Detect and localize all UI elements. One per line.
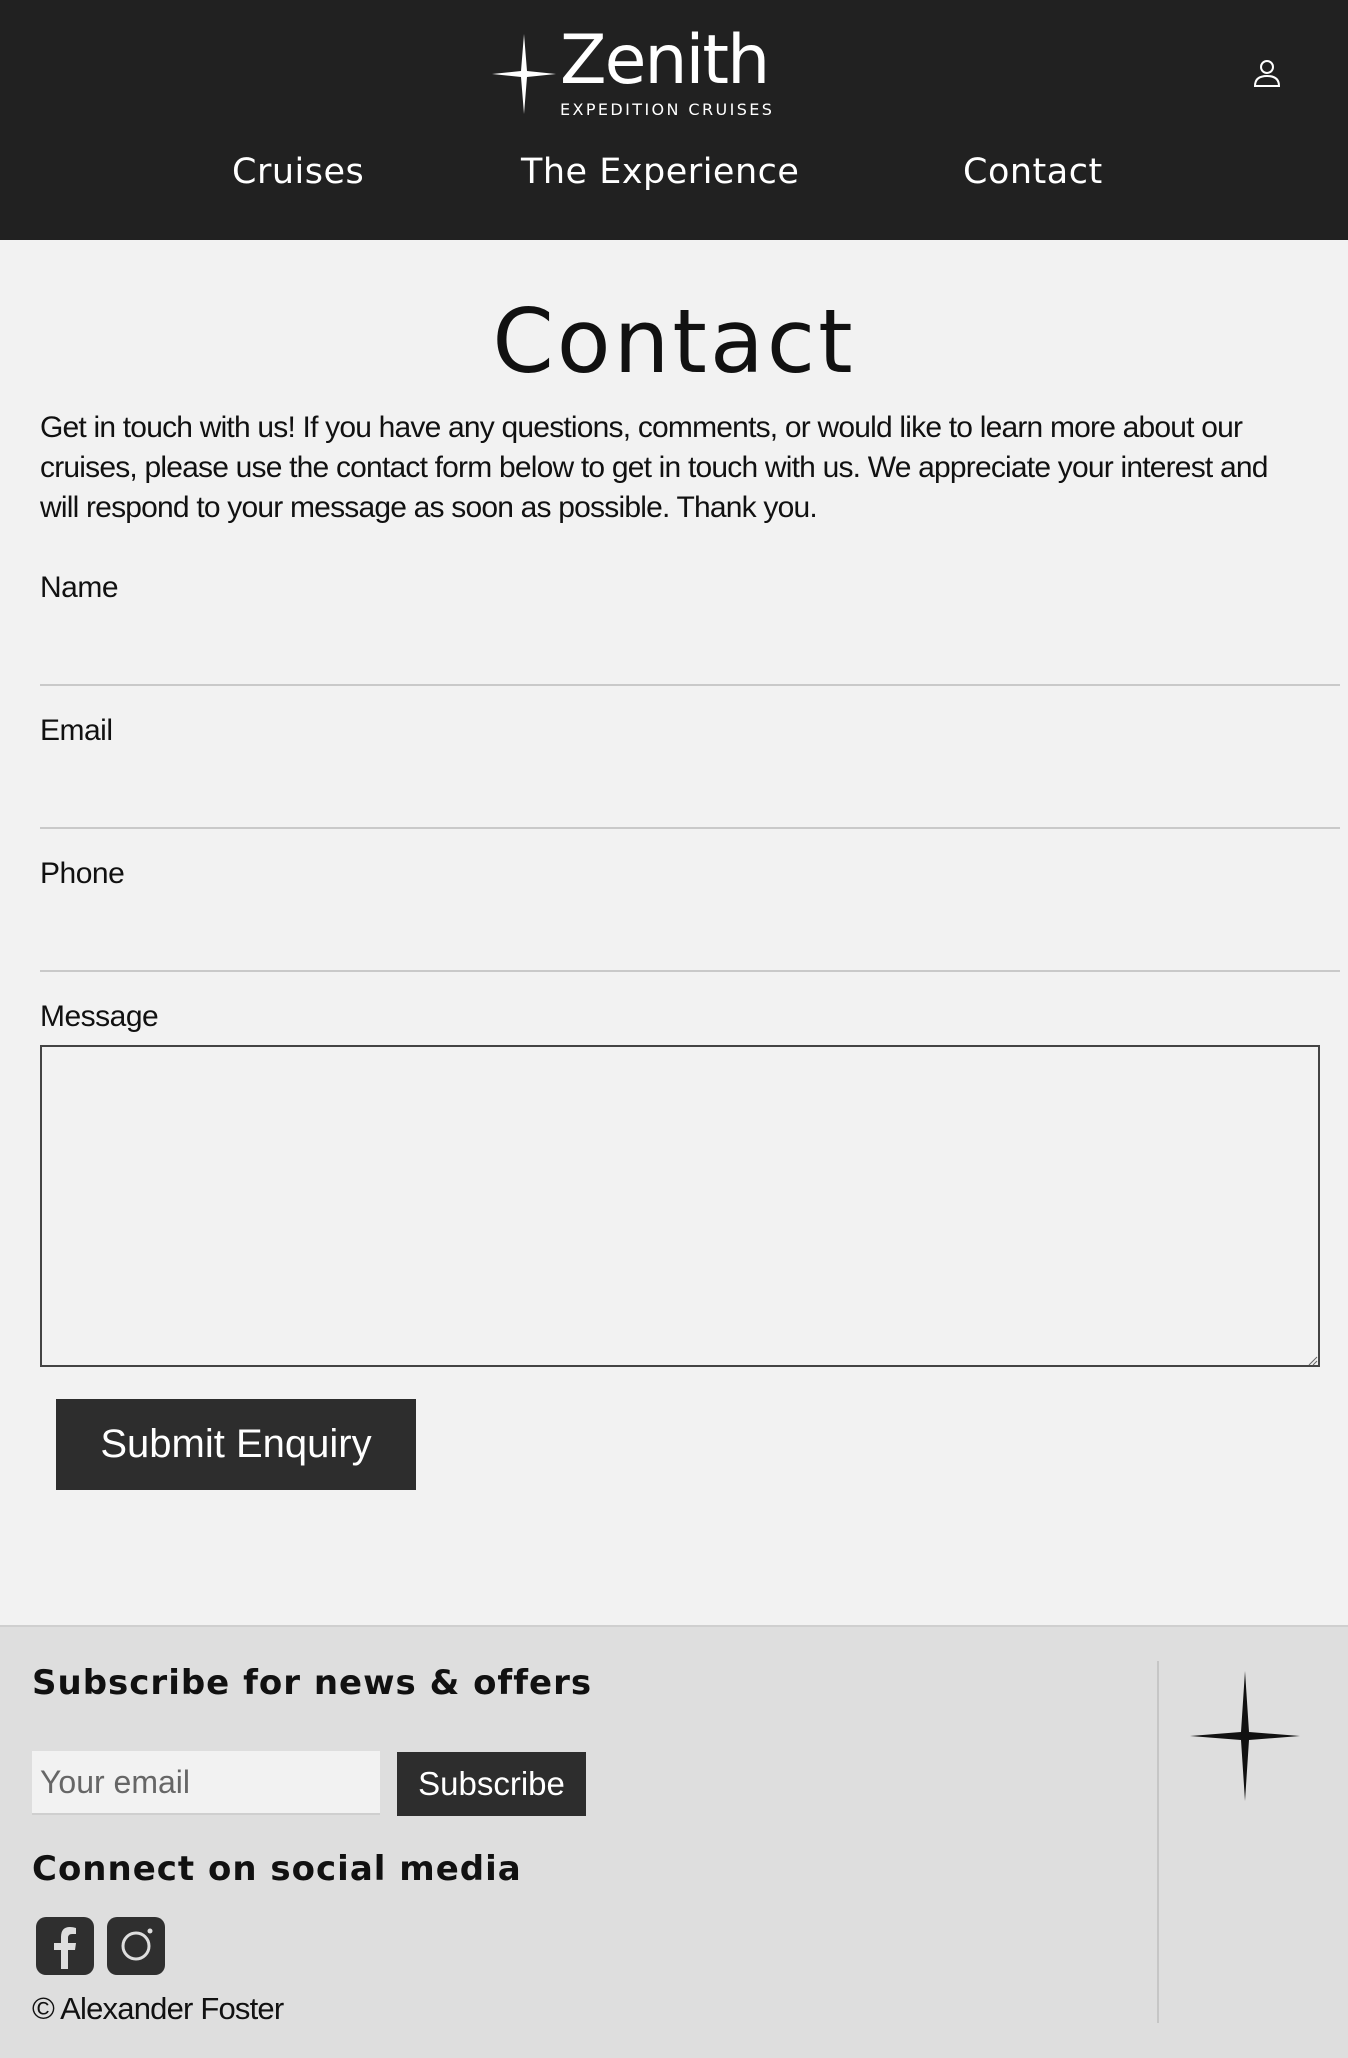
intro-text: Get in touch with us! If you have any qu… [40, 411, 1268, 524]
brand-name: Zenith [560, 21, 770, 100]
message-textarea[interactable] [40, 1045, 1320, 1367]
subscribe-title: Subscribe for news & offers [32, 1663, 593, 1703]
brand-tagline: EXPEDITION CRUISES [560, 100, 775, 119]
instagram-icon[interactable] [107, 1917, 165, 1975]
phone-field[interactable] [40, 922, 1340, 972]
copyright-text: © Alexander Foster [32, 1991, 284, 2026]
email-label: Email [40, 714, 113, 747]
page-title: Contact [492, 290, 856, 393]
nav-item-the-experience[interactable]: The Experience [521, 152, 799, 192]
brand-logo[interactable]: Zenith EXPEDITION CRUISES [492, 21, 775, 120]
site-header: Zenith EXPEDITION CRUISES Cruises The Ex… [0, 0, 1348, 240]
nav-item-cruises[interactable]: Cruises [232, 152, 364, 192]
facebook-icon[interactable] [36, 1917, 94, 1975]
facebook-glyph-icon [54, 1927, 76, 1969]
main-nav: Cruises The Experience Contact [0, 152, 1348, 202]
social-title: Connect on social media [32, 1849, 522, 1889]
nav-item-contact[interactable]: Contact [963, 152, 1103, 192]
name-label: Name [40, 571, 119, 604]
subscribe-button[interactable]: Subscribe [397, 1752, 586, 1816]
brand-text: Zenith EXPEDITION CRUISES [560, 21, 775, 120]
submit-enquiry-button[interactable]: Submit Enquiry [56, 1399, 416, 1490]
name-field[interactable] [40, 636, 1340, 686]
star-emblem-icon [1190, 1671, 1300, 1801]
site-footer: Subscribe for news & offers Subscribe Co… [0, 1625, 1348, 2058]
instagram-glyph-icon [121, 1928, 153, 1961]
star-logo-icon [492, 34, 556, 114]
phone-label: Phone [40, 857, 125, 890]
footer-divider [1157, 1661, 1159, 2023]
message-label: Message [40, 1000, 159, 1033]
newsletter-email-input[interactable] [32, 1751, 380, 1815]
user-icon[interactable] [1250, 56, 1284, 90]
email-field[interactable] [40, 779, 1340, 829]
resize-handle-icon[interactable] [1306, 1354, 1318, 1366]
